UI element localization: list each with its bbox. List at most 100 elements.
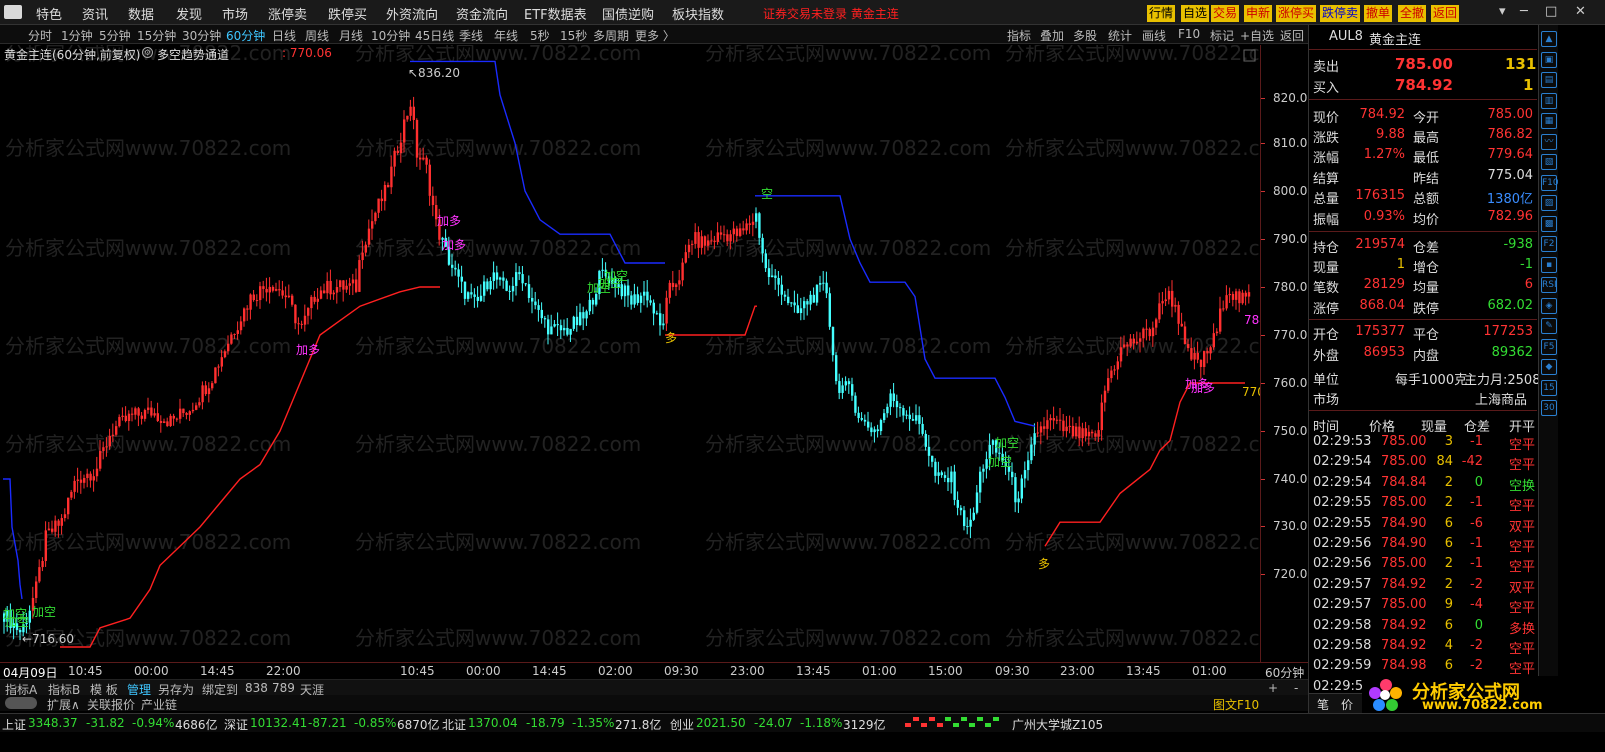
close-icon[interactable]: ✕ <box>1575 4 1586 19</box>
toolbar-button-2[interactable]: 多股 <box>1073 27 1097 44</box>
quick-button-2[interactable]: 交易 <box>1211 5 1240 22</box>
tab-price[interactable]: 价 <box>1341 696 1353 713</box>
period-item-6[interactable]: 日线 <box>272 27 296 44</box>
menu-item-7[interactable]: 外资流向 <box>386 4 438 23</box>
period-item-14[interactable]: 15秒 <box>560 27 587 44</box>
grid-icon[interactable]: ▣ <box>1541 51 1557 68</box>
candle-body <box>1113 369 1116 371</box>
zoom-out-button[interactable]: - <box>1294 681 1298 695</box>
period-item-0[interactable]: 分时 <box>28 27 52 44</box>
toolbar-button-8[interactable]: 返回 <box>1280 27 1304 44</box>
minimize-icon[interactable]: ─ <box>1520 4 1528 19</box>
quick-button-6[interactable]: 撤单 <box>1364 5 1393 22</box>
period-item-13[interactable]: 5秒 <box>530 27 550 44</box>
indicator-name[interactable]: 多空趋势通道 <box>157 46 229 63</box>
maximize-icon[interactable]: □ <box>1545 4 1557 19</box>
menu-item-11[interactable]: 板块指数 <box>672 4 724 23</box>
period-item-12[interactable]: 年线 <box>494 27 518 44</box>
period-item-1[interactable]: 1分钟 <box>61 27 93 44</box>
candle-body <box>419 157 422 160</box>
toolbar-button-6[interactable]: 标记 <box>1210 27 1234 44</box>
period-item-10[interactable]: 45日线 <box>415 27 454 44</box>
toolbar-button-1[interactable]: 叠加 <box>1040 27 1064 44</box>
diamond-icon[interactable]: ◈ <box>1541 297 1557 314</box>
kline-chart[interactable]: 分析家公式网www.70822.com 分析家公式网www.70822.com 分析… <box>0 45 1308 662</box>
candle-body <box>979 471 982 493</box>
tab-ticks[interactable]: 笔 <box>1317 696 1329 713</box>
toolbar-button-3[interactable]: 统计 <box>1108 27 1132 44</box>
menu-item-3[interactable]: 发现 <box>176 4 202 23</box>
candle-body <box>905 414 908 416</box>
rsi-icon[interactable]: RSI <box>1541 277 1557 293</box>
menu-item-6[interactable]: 跌停买 <box>328 4 367 23</box>
candle-body <box>1222 308 1225 310</box>
timer30-icon[interactable]: 30 <box>1541 400 1557 416</box>
settings-icon[interactable]: ⚙ <box>142 47 153 58</box>
ext-tab-1[interactable]: 关联报价 <box>87 696 135 713</box>
menu-item-4[interactable]: 市场 <box>222 4 248 23</box>
index-name[interactable]: 深证 <box>224 716 248 733</box>
quick-button-8[interactable]: 返回 <box>1431 5 1460 22</box>
menu-item-1[interactable]: 资讯 <box>82 4 108 23</box>
square-icon[interactable]: ▪ <box>1541 256 1557 273</box>
toggle-switch[interactable] <box>5 697 37 709</box>
period-item-4[interactable]: 30分钟 <box>182 27 221 44</box>
period-item-16[interactable]: 更多 〉 <box>635 27 675 44</box>
candle-body <box>815 284 819 303</box>
bars-icon[interactable]: ▨ <box>1541 195 1557 211</box>
toolbar-button-5[interactable]: F10 <box>1178 27 1200 41</box>
period-item-8[interactable]: 月线 <box>339 27 363 44</box>
period-item-11[interactable]: 季线 <box>459 27 483 44</box>
app-logo-icon[interactable] <box>4 5 22 19</box>
wave-icon[interactable]: 〰 <box>1541 133 1557 150</box>
list-icon[interactable]: ▤ <box>1541 72 1557 88</box>
quick-button-3[interactable]: 申新 <box>1244 5 1273 22</box>
quick-button-4[interactable]: 涨停买 <box>1276 5 1317 22</box>
layers-icon[interactable]: ▩ <box>1541 215 1557 232</box>
ext-tab-0[interactable]: 扩展∧ <box>47 696 80 713</box>
menu-item-2[interactable]: 数据 <box>128 4 154 23</box>
period-item-9[interactable]: 10分钟 <box>371 27 410 44</box>
f2-icon[interactable]: F2 <box>1541 236 1557 252</box>
menu-item-5[interactable]: 涨停卖 <box>268 4 307 23</box>
period-item-15[interactable]: 多周期 <box>593 27 629 44</box>
candle-body <box>876 429 879 432</box>
candle-body <box>1219 308 1222 332</box>
y-tick-label: 770.0 <box>1273 328 1308 342</box>
pen-icon[interactable]: ✎ <box>1541 318 1557 334</box>
bid-volume: 1 <box>1523 76 1534 94</box>
toolbar-button-7[interactable]: +自选 <box>1240 27 1274 44</box>
toolbar-button-4[interactable]: 画线 <box>1142 27 1166 44</box>
period-item-7[interactable]: 周线 <box>305 27 329 44</box>
index-name[interactable]: 北证 <box>442 716 466 733</box>
toolbar-button-0[interactable]: 指标 <box>1007 27 1031 44</box>
index-name[interactable]: 上证 <box>2 716 26 733</box>
f5-icon[interactable]: F5 <box>1541 338 1557 355</box>
quick-button-1[interactable]: 自选 <box>1181 5 1210 22</box>
candle-body <box>303 315 307 325</box>
tab-item-7[interactable]: 789 <box>272 681 295 695</box>
ext-tab-2[interactable]: 产业链 <box>141 696 177 713</box>
menu-item-10[interactable]: 国债逆购 <box>602 4 654 23</box>
board-icon[interactable]: ▦ <box>1541 113 1557 129</box>
zoom-in-button[interactable]: + <box>1268 681 1278 695</box>
period-item-2[interactable]: 5分钟 <box>99 27 131 44</box>
tab-item-6[interactable]: 838 <box>245 681 268 695</box>
scroll-up-icon[interactable]: ▲ <box>1541 31 1557 47</box>
menu-item-0[interactable]: 特色 <box>36 4 62 23</box>
f10-button[interactable]: 图文F10 <box>1213 696 1259 713</box>
quick-button-7[interactable]: 全撤 <box>1398 5 1427 22</box>
index-name[interactable]: 创业 <box>670 716 694 733</box>
table-icon[interactable]: ▥ <box>1541 92 1557 109</box>
dropdown-icon[interactable]: ▾ <box>1499 4 1506 19</box>
chart-icon[interactable]: ▧ <box>1541 154 1557 170</box>
timer15-icon[interactable]: 15 <box>1541 379 1557 396</box>
period-item-3[interactable]: 15分钟 <box>137 27 176 44</box>
quick-button-5[interactable]: 跌停卖 <box>1320 5 1361 22</box>
f10-icon[interactable]: F10 <box>1541 174 1559 191</box>
menu-item-9[interactable]: ETF数据表 <box>524 4 587 23</box>
marker-icon[interactable]: ◆ <box>1541 359 1557 375</box>
quick-button-0[interactable]: 行情 <box>1147 5 1176 22</box>
menu-item-8[interactable]: 资金流向 <box>456 4 508 23</box>
period-item-5[interactable]: 60分钟 <box>226 27 265 44</box>
